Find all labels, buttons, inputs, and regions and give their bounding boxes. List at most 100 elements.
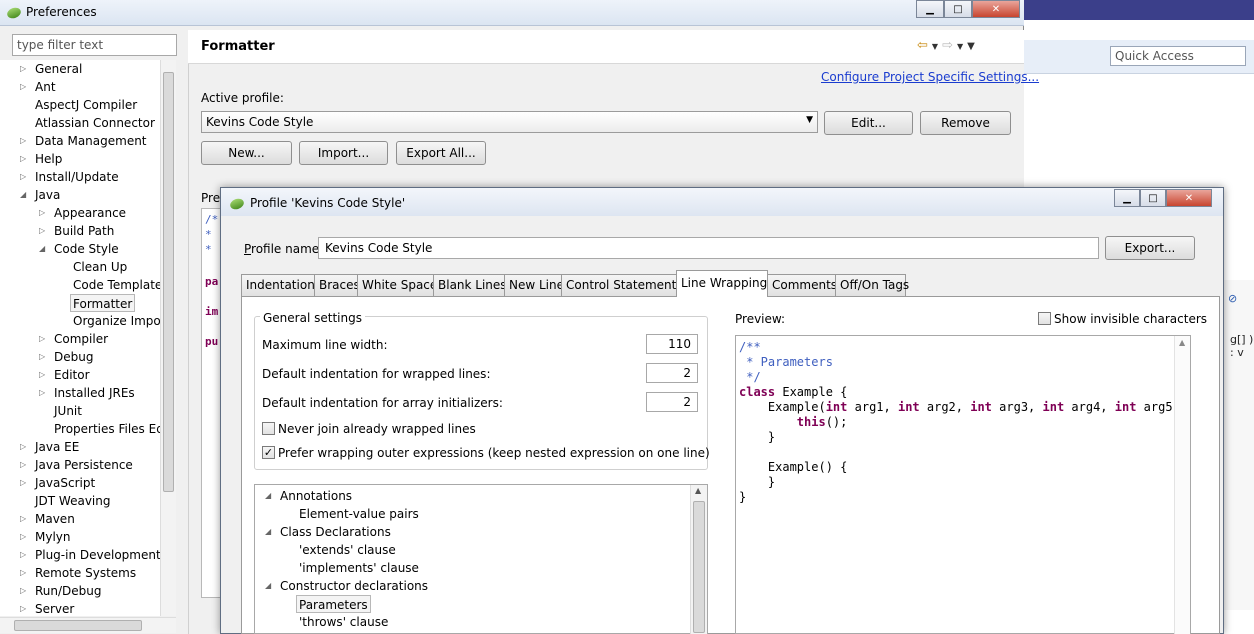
collapsed-arrow-icon[interactable]: ▷ [39, 208, 45, 217]
tree-item[interactable]: Mylyn [35, 528, 71, 546]
tree-item[interactable]: Server [35, 600, 74, 616]
default-indentation-input[interactable]: 2 [646, 363, 698, 383]
tree-item[interactable]: Help [35, 150, 62, 168]
close-button[interactable]: ✕ [972, 0, 1020, 18]
tree-item[interactable]: Java EE [35, 438, 79, 456]
category-item[interactable]: Constructor declarations [280, 577, 428, 595]
import-button[interactable]: Import... [299, 141, 388, 165]
filter-input[interactable]: type filter text [12, 34, 177, 56]
tree-item[interactable]: Code Style [54, 240, 119, 258]
collapsed-arrow-icon[interactable]: ▷ [39, 388, 45, 397]
tree-item[interactable]: JUnit [54, 402, 82, 420]
tab-off-on-tags[interactable]: Off/On Tags [835, 274, 909, 296]
tab-comments[interactable]: Comments [767, 274, 837, 296]
category-item[interactable]: 'throws' clause [299, 613, 388, 631]
collapsed-arrow-icon[interactable]: ▷ [39, 334, 45, 343]
category-item[interactable]: Element-value pairs [299, 505, 419, 523]
tree-item[interactable]: Java Persistence [35, 456, 133, 474]
tab-line-wrapping[interactable]: Line Wrapping [676, 270, 768, 297]
tab-blank-lines[interactable]: Blank Lines [433, 274, 507, 296]
forward-menu-icon[interactable]: ▼ [957, 42, 967, 51]
remove-button[interactable]: Remove [920, 111, 1011, 135]
expanded-arrow-icon[interactable]: ◢ [39, 244, 45, 253]
category-item[interactable]: Annotations [280, 487, 352, 505]
link-editor-icon[interactable]: ⊘ [1228, 292, 1246, 305]
collapsed-arrow-icon[interactable]: ▷ [20, 586, 26, 595]
tree-item[interactable]: Java [35, 186, 60, 204]
tree-item[interactable]: Data Management [35, 132, 147, 150]
new-button[interactable]: New... [201, 141, 292, 165]
active-profile-select[interactable]: Kevins Code Style ▼ [201, 111, 818, 133]
tab-braces[interactable]: Braces [314, 274, 360, 296]
profile-name-input[interactable]: Kevins Code Style [318, 237, 1099, 259]
forward-arrow-icon[interactable]: ⇨ [942, 38, 957, 53]
dialog-maximize-button[interactable]: □ [1140, 189, 1166, 207]
tree-item[interactable]: Atlassian Connector [35, 114, 155, 132]
tree-item[interactable]: JavaScript [35, 474, 95, 492]
show-invisible-checkbox[interactable] [1038, 312, 1051, 325]
tree-item[interactable]: Appearance [54, 204, 126, 222]
tree-item[interactable]: Organize Import [73, 312, 170, 330]
collapsed-arrow-icon[interactable]: ▷ [39, 370, 45, 379]
category-item[interactable]: 'implements' clause [299, 559, 419, 577]
tab-new-lines[interactable]: New Lines [504, 274, 570, 296]
expanded-arrow-icon[interactable]: ◢ [265, 527, 271, 536]
category-tree-scrollbar[interactable]: ▲ [690, 485, 707, 634]
dialog-close-button[interactable]: ✕ [1166, 189, 1212, 207]
tree-item[interactable]: Build Path [54, 222, 114, 240]
code-preview-scrollbar[interactable]: ▲ [1174, 336, 1190, 634]
tree-item[interactable]: General [35, 60, 82, 78]
tree-item[interactable]: Remote Systems [35, 564, 136, 582]
tree-item[interactable]: Clean Up [73, 258, 127, 276]
maximize-button[interactable]: □ [944, 0, 972, 18]
tree-item[interactable]: Formatter [70, 294, 136, 312]
collapsed-arrow-icon[interactable]: ▷ [20, 82, 26, 91]
quick-access-input[interactable]: Quick Access [1110, 46, 1246, 66]
collapsed-arrow-icon[interactable]: ▷ [20, 604, 26, 613]
tab-white-space[interactable]: White Space [357, 274, 437, 296]
minimize-button[interactable]: ▁ [916, 0, 944, 18]
tree-item[interactable]: Install/Update [35, 168, 119, 186]
collapsed-arrow-icon[interactable]: ▷ [20, 478, 26, 487]
array-indentation-input[interactable]: 2 [646, 392, 698, 412]
tab-control-statements[interactable]: Control Statements [561, 274, 683, 296]
collapsed-arrow-icon[interactable]: ▷ [39, 352, 45, 361]
tree-item[interactable]: Code Templates [73, 276, 169, 294]
category-item[interactable]: Class Declarations [280, 523, 391, 541]
view-menu-icon[interactable]: ▼ [967, 41, 979, 52]
collapsed-arrow-icon[interactable]: ▷ [20, 154, 26, 163]
tree-item[interactable]: Debug [54, 348, 93, 366]
tree-item[interactable]: Editor [54, 366, 90, 384]
never-join-checkbox[interactable] [262, 422, 275, 435]
tree-item[interactable]: Properties Files Edito [54, 420, 176, 438]
tab-indentation[interactable]: Indentation [241, 274, 315, 296]
tree-horizontal-scrollbar[interactable] [0, 617, 176, 633]
dialog-minimize-button[interactable]: ▁ [1114, 189, 1140, 207]
prefer-outer-checkbox[interactable]: ✓ [262, 446, 275, 459]
tree-item[interactable]: AspectJ Compiler [35, 96, 137, 114]
expanded-arrow-icon[interactable]: ◢ [20, 190, 26, 199]
tree-item[interactable]: Ant [35, 78, 56, 96]
export-button[interactable]: Export... [1105, 236, 1195, 260]
collapsed-arrow-icon[interactable]: ▷ [20, 532, 26, 541]
collapsed-arrow-icon[interactable]: ▷ [20, 172, 26, 181]
back-menu-icon[interactable]: ▼ [932, 42, 942, 51]
tree-item[interactable]: Installed JREs [54, 384, 135, 402]
scroll-up-icon[interactable]: ▲ [1179, 338, 1185, 347]
tree-vertical-scrollbar[interactable] [160, 60, 176, 616]
tree-item[interactable]: JDT Weaving [35, 492, 110, 510]
tree-item[interactable]: Run/Debug [35, 582, 102, 600]
expanded-arrow-icon[interactable]: ◢ [265, 581, 271, 590]
export-all-button[interactable]: Export All... [396, 141, 486, 165]
collapsed-arrow-icon[interactable]: ▷ [20, 442, 26, 451]
expanded-arrow-icon[interactable]: ◢ [265, 491, 271, 500]
tree-item[interactable]: Plug-in Development [35, 546, 161, 564]
collapsed-arrow-icon[interactable]: ▷ [20, 514, 26, 523]
category-item[interactable]: 'extends' clause [299, 541, 396, 559]
scroll-up-icon[interactable]: ▲ [695, 486, 701, 495]
collapsed-arrow-icon[interactable]: ▷ [39, 226, 45, 235]
tree-item[interactable]: Maven [35, 510, 75, 528]
tree-item[interactable]: Compiler [54, 330, 108, 348]
collapsed-arrow-icon[interactable]: ▷ [20, 64, 26, 73]
back-arrow-icon[interactable]: ⇦ [917, 38, 932, 53]
